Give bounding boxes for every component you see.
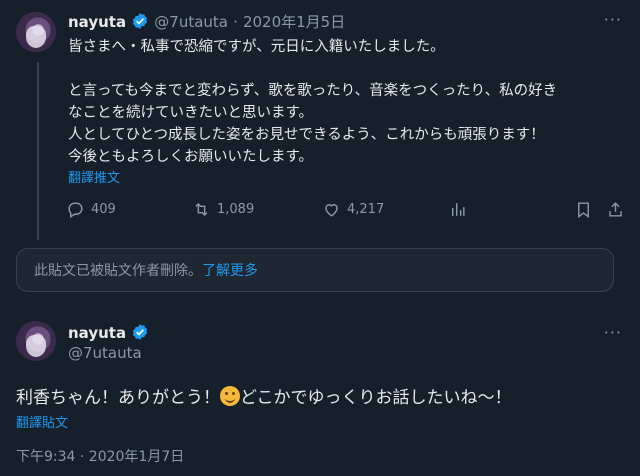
action-bar: 409 1,089 4,217 [66,200,622,224]
views-button[interactable] [448,200,467,219]
main-display-name[interactable]: nayuta [68,324,126,342]
main-tweet-header: nayuta [68,323,149,342]
reply-button[interactable]: 409 [66,200,116,219]
verified-badge-icon [133,13,148,29]
reply-count: 409 [91,202,116,217]
main-handle[interactable]: @7utauta [68,344,142,362]
learn-more-link[interactable]: 了解更多 [202,263,258,279]
retweet-icon [195,202,208,217]
tweet-line: 皆さまへ・私事で恐縮ですが、元日に入籍いたしました。 [68,39,445,55]
thread-line [37,62,39,240]
main-text-part: どこかでゆっくりお話したいね～！ [240,388,512,408]
translate-post-link[interactable]: 翻譯貼文 [16,412,68,431]
handle[interactable]: @7utauta [154,13,228,31]
deleted-post-notice: 此貼文已被貼文作者刪除。了解更多 [16,248,614,292]
main-tweet-text: 利香ちゃん！ありがとう！ どこかでゆっくりお話したいね～！ [16,383,512,408]
like-icon [325,204,338,217]
reply-icon [68,202,83,218]
main-more-options-icon[interactable]: ··· [604,323,622,342]
main-avatar[interactable] [16,321,56,361]
bookmark-button[interactable] [574,200,593,219]
tweet-line: と言っても今までと変わらず、歌を歌ったり、音楽をつくったり、私の好き [68,83,558,99]
tweet-line: 人としてひとつ成長した姿をお見せできるよう、これからも頑張ります！ [68,127,545,143]
tweet-line [68,58,628,80]
like-count: 4,217 [347,202,385,217]
verified-badge-icon [133,324,148,340]
translate-link[interactable]: 翻譯推文 [68,168,628,190]
bookmark-icon [578,202,589,219]
post-timestamp[interactable]: 下午9:34 · 2020年1月7日 [16,446,184,466]
tweet-line: なことを続けていきたいと思います。 [68,105,314,121]
separator: · [233,13,238,31]
retweet-count: 1,089 [217,202,255,217]
share-button[interactable] [606,200,625,219]
views-icon [452,203,465,216]
tweet-text: 皆さまへ・私事で恐縮ですが、元日に入籍いたしました。 と言っても今までと変わらず… [68,36,628,190]
like-button[interactable]: 4,217 [322,200,384,219]
tweet-line: 今後ともよろしくお願いいたします。 [68,149,314,165]
parent-tweet[interactable]: nayuta @7utauta · 2020年1月5日 ··· 皆さまへ・私事で… [0,0,640,240]
retweet-button[interactable]: 1,089 [192,200,254,219]
share-icon [609,202,622,217]
main-text-part: 利香ちゃん！ありがとう！ [16,388,220,408]
more-options-icon[interactable]: ··· [604,10,622,29]
tweet-header: nayuta @7utauta · 2020年1月5日 [68,11,345,32]
display-name[interactable]: nayuta [68,13,126,31]
smiling-face-emoji-icon [220,386,240,406]
avatar[interactable] [16,12,56,52]
deleted-notice-text: 此貼文已被貼文作者刪除。 [34,263,202,279]
tweet-date[interactable]: 2020年1月5日 [243,13,345,31]
